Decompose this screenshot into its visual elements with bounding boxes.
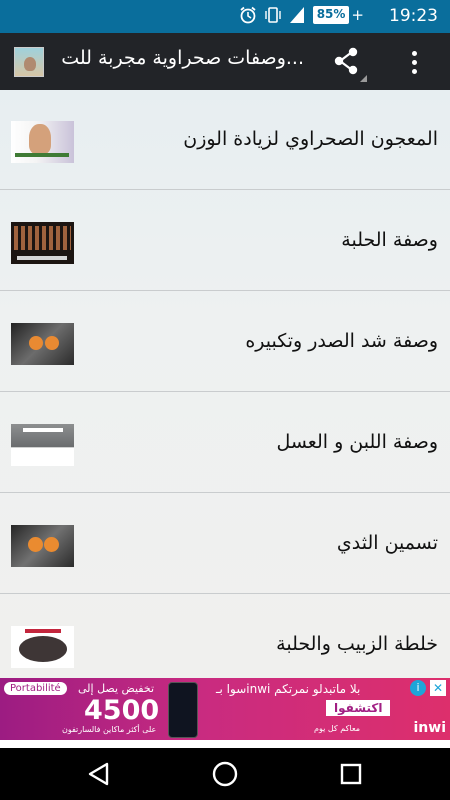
list-item[interactable]: وصفة الحلبة xyxy=(0,191,450,291)
list-item[interactable]: المعجون الصحراوي لزيادة الوزن xyxy=(0,90,450,190)
battery-icon: 85% + xyxy=(312,6,364,24)
ad-subtext: على أكثر ماكاين فالسارتفون xyxy=(62,725,157,734)
status-bar: 85% + 19:23 xyxy=(0,0,450,33)
thumbnail-image xyxy=(11,323,74,365)
ad-portabilite-badge: Portabilité xyxy=(4,682,67,695)
recents-icon[interactable] xyxy=(340,763,362,785)
list-item-label: وصفة الحلبة xyxy=(341,229,438,251)
thumbnail-image xyxy=(11,121,74,163)
ad-close-icon[interactable]: ✕ xyxy=(430,680,446,696)
list-item-label: المعجون الصحراوي لزيادة الوزن xyxy=(183,128,438,150)
ad-price: 4500 xyxy=(84,695,160,726)
ad-banner[interactable]: Portabilité تخفيض يصل إلى 4500 على أكثر … xyxy=(0,678,450,740)
thumbnail-image xyxy=(11,222,74,264)
app-logo-icon xyxy=(14,47,44,77)
overflow-menu-button[interactable] xyxy=(402,45,426,79)
ad-info-icon[interactable]: i xyxy=(410,680,426,696)
status-icons: 85% + xyxy=(239,6,364,24)
ad-footer: معاكم كل يوم xyxy=(314,724,360,733)
alarm-icon xyxy=(240,6,256,24)
app-title: وصفات صحراوية مجربة للت... xyxy=(61,47,304,69)
ad-phone-image xyxy=(168,682,198,738)
overflow-menu-icon xyxy=(411,50,417,56)
ad-discover-button[interactable]: اكتشفوا xyxy=(326,700,391,716)
share-dropdown-indicator xyxy=(360,75,367,82)
home-icon[interactable] xyxy=(211,760,239,788)
signal-icon xyxy=(289,7,304,23)
ad-reduction-label: تخفيض يصل إلى xyxy=(78,682,155,695)
app-bar: وصفات صحراوية مجربة للت... xyxy=(0,33,450,90)
battery-level: 85% xyxy=(312,6,350,24)
status-time: 19:23 xyxy=(389,6,438,26)
list-item-label: وصفة اللبن و العسل xyxy=(276,431,438,453)
thumbnail-image xyxy=(11,626,74,668)
list-item[interactable]: وصفة شد الصدر وتكبيره xyxy=(0,292,450,392)
navigation-bar xyxy=(0,748,450,800)
recipe-list: المعجون الصحراوي لزيادة الوزن وصفة الحلب… xyxy=(0,90,450,678)
divider xyxy=(0,740,450,748)
list-item-label: وصفة شد الصدر وتكبيره xyxy=(245,330,438,352)
vibrate-icon xyxy=(264,7,281,23)
back-icon[interactable] xyxy=(86,761,112,787)
ad-tagline: سوا بـinwi بلا ماتبدلو نمرتكم xyxy=(216,682,361,696)
thumbnail-image xyxy=(11,525,74,567)
thumbnail-image xyxy=(11,424,74,466)
list-item[interactable]: وصفة اللبن و العسل xyxy=(0,393,450,493)
ad-brand-logo: inwi xyxy=(413,720,447,736)
list-item-label: خلطة الزبيب والحلبة xyxy=(276,633,438,655)
list-item[interactable]: تسمين الثدي xyxy=(0,494,450,594)
list-item-label: تسمين الثدي xyxy=(336,532,438,554)
charging-plus-icon: + xyxy=(351,6,364,24)
list-item[interactable]: خلطة الزبيب والحلبة xyxy=(0,595,450,678)
